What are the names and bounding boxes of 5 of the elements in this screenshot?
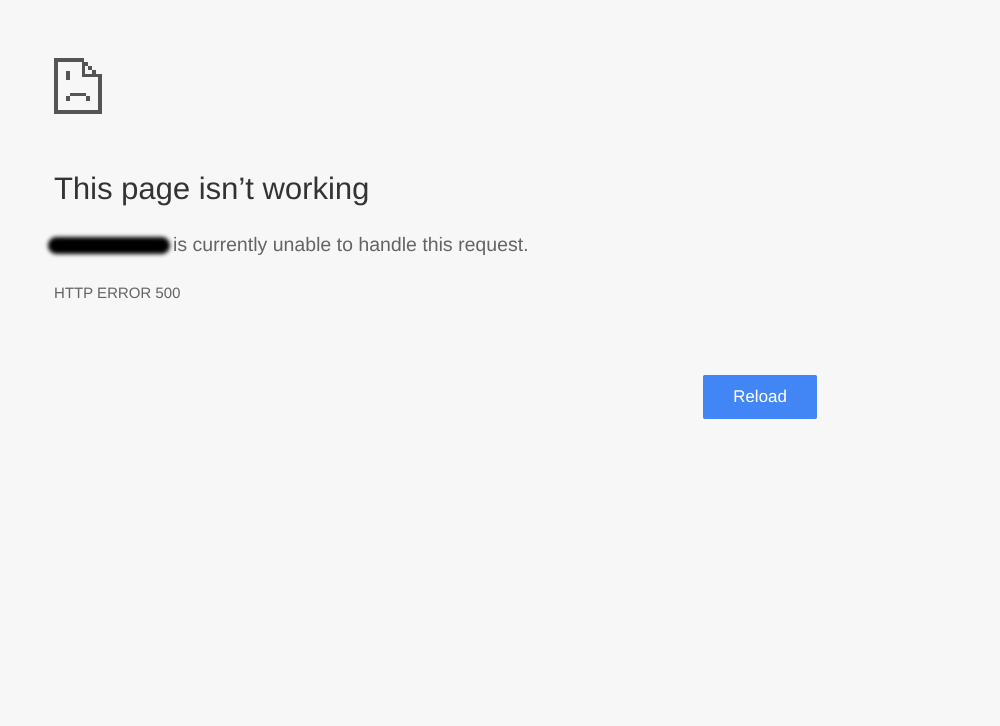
error-code: HTTP ERROR 500 bbox=[54, 285, 182, 303]
error-message: is currently unable to handle this request. bbox=[173, 233, 529, 257]
error-title: This page isn’t working bbox=[54, 172, 370, 206]
reload-button[interactable]: Reload bbox=[703, 375, 817, 419]
sad-page-icon bbox=[54, 58, 102, 114]
